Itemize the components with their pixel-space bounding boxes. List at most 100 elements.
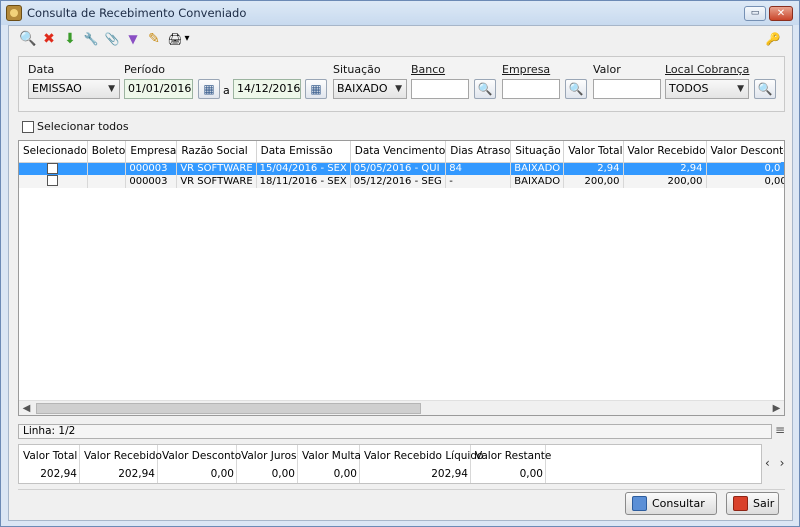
periodo-separator: a: [223, 84, 230, 97]
total-header: Valor Recebido: [84, 450, 162, 462]
total-header: Valor Recebido Líquido: [364, 450, 484, 462]
col-header[interactable]: Data Emissão: [256, 141, 351, 163]
cell-boleto: [87, 162, 127, 175]
consultar-button[interactable]: Consultar: [625, 492, 717, 515]
total-value: 202,94: [118, 468, 155, 480]
close-button[interactable]: ✕: [769, 6, 793, 21]
banco-label[interactable]: Banco: [411, 63, 445, 76]
col-header[interactable]: Valor Recebido: [623, 141, 707, 163]
data-select[interactable]: EMISSAO ▼: [28, 79, 120, 99]
local-cobranca-lookup-icon[interactable]: 🔍: [754, 79, 776, 99]
window-title: Consulta de Recebimento Conveniado: [27, 6, 247, 20]
cell-razao: VR SOFTWARE: [176, 175, 257, 188]
tools-icon[interactable]: 🔧: [82, 30, 100, 48]
total-header: Valor Restante: [475, 450, 552, 462]
local-cobranca-label[interactable]: Local Cobrança: [665, 63, 749, 76]
valor-field[interactable]: [593, 79, 661, 99]
toolbar: 🔍 ✖ ⬇ 🔧 📎 ▼ ✎ 🖨 ▾ 🔑: [9, 26, 792, 52]
minimize-button[interactable]: ▭: [744, 6, 766, 21]
row-checkbox[interactable]: [47, 162, 59, 174]
selection-edge: [781, 162, 784, 175]
cell-valor-total: 200,00: [563, 175, 624, 188]
calendar-icon[interactable]: ▦: [305, 79, 327, 99]
scroll-left-icon[interactable]: ◀: [19, 401, 34, 415]
total-header: Valor Multa: [302, 450, 361, 462]
col-header[interactable]: Valor Total: [563, 141, 624, 163]
empresa-label[interactable]: Empresa: [502, 63, 550, 76]
total-header: Valor Total: [23, 450, 78, 462]
delete-icon[interactable]: ✖: [40, 30, 58, 48]
edit-icon[interactable]: ✎: [145, 30, 163, 48]
col-header[interactable]: Empresa: [125, 141, 178, 163]
total-value: 202,94: [431, 468, 468, 480]
sair-label: Sair: [753, 497, 775, 510]
cell-empresa: 000003: [125, 162, 178, 175]
chevron-right-icon[interactable]: ›: [780, 456, 785, 470]
totals-panel: Valor Total Valor Recebido Valor Descont…: [18, 444, 762, 484]
table-row[interactable]: 000003 VR SOFTWARE 18/11/2016 - SEX 05/1…: [19, 175, 784, 188]
select-all-checkbox[interactable]: [22, 121, 34, 133]
col-header[interactable]: Data Vencimento: [350, 141, 447, 163]
table-row[interactable]: 000003 VR SOFTWARE 15/04/2016 - SEX 05/0…: [19, 162, 784, 175]
situacao-select-value: BAIXADO: [337, 82, 388, 95]
chevron-down-icon[interactable]: ▾: [182, 30, 192, 48]
row-checkbox-cell[interactable]: [19, 162, 88, 175]
local-cobranca-value: TODOS: [669, 82, 709, 95]
total-value: 202,94: [40, 468, 77, 480]
grid-header: Selecionado Boleto Empresa Razão Social …: [19, 141, 784, 163]
cell-emissao: 15/04/2016 - SEX: [256, 162, 351, 175]
filter-panel: Data EMISSAO ▼ Período 01/01/2016 ▦ a 14…: [18, 56, 785, 112]
attach-icon[interactable]: 📎: [103, 30, 121, 48]
menu-icon[interactable]: ≡: [775, 424, 787, 437]
col-header[interactable]: Situação: [510, 141, 565, 163]
total-value: 0,00: [333, 468, 357, 480]
cell-emissao: 18/11/2016 - SEX: [256, 175, 351, 188]
cell-vencimento: 05/12/2016 - SEG: [350, 175, 447, 188]
empresa-field[interactable]: [502, 79, 560, 99]
banco-lookup-icon[interactable]: 🔍: [474, 79, 496, 99]
col-header[interactable]: Boleto: [87, 141, 127, 163]
chevron-down-icon: ▼: [737, 84, 744, 94]
scroll-right-icon[interactable]: ▶: [769, 401, 784, 415]
col-header[interactable]: Selecionado: [19, 141, 88, 163]
col-header[interactable]: Razão Social: [176, 141, 257, 163]
consultar-label: Consultar: [652, 497, 705, 510]
cell-dias-atraso: 84: [445, 162, 512, 175]
total-value: 0,00: [210, 468, 234, 480]
main-window: Consulta de Recebimento Conveniado ▭ ✕ 🔍…: [0, 0, 800, 527]
title-bar: Consulta de Recebimento Conveniado ▭ ✕: [1, 1, 799, 25]
sair-button[interactable]: Sair: [726, 492, 779, 515]
search-icon[interactable]: 🔍: [19, 30, 37, 48]
results-table: Selecionado Boleto Empresa Razão Social …: [19, 141, 784, 188]
cell-razao: VR SOFTWARE: [176, 162, 257, 175]
results-grid: Selecionado Boleto Empresa Razão Social …: [18, 140, 785, 416]
row-checkbox-cell[interactable]: [19, 175, 88, 188]
valor-label: Valor: [593, 63, 621, 76]
calendar-icon[interactable]: ▦: [198, 79, 220, 99]
banco-field[interactable]: [411, 79, 469, 99]
chevron-down-icon: ▼: [395, 84, 402, 94]
periodo-inicio-field[interactable]: 01/01/2016: [124, 79, 193, 99]
horizontal-scrollbar[interactable]: ◀ ▶: [19, 400, 784, 415]
data-label: Data: [28, 63, 55, 76]
filter-icon[interactable]: ▼: [124, 30, 142, 48]
key-icon[interactable]: 🔑: [764, 30, 782, 48]
situacao-select[interactable]: BAIXADO ▼: [333, 79, 407, 99]
periodo-fim-field[interactable]: 14/12/2016: [233, 79, 301, 99]
totals-nav: ‹ ›: [765, 456, 784, 470]
row-checkbox[interactable]: [47, 175, 59, 187]
total-value: 0,00: [519, 468, 543, 480]
total-header: Valor Juros: [241, 450, 297, 462]
local-cobranca-select[interactable]: TODOS ▼: [665, 79, 749, 99]
cell-valor-desconto: 0,00: [706, 175, 784, 188]
col-header[interactable]: Dias Atraso: [445, 141, 512, 163]
cell-dias-atraso: -: [445, 175, 512, 188]
chevron-down-icon: ▼: [108, 84, 115, 94]
scrollbar-thumb[interactable]: [36, 403, 421, 414]
exit-icon: [733, 496, 748, 511]
empresa-lookup-icon[interactable]: 🔍: [565, 79, 587, 99]
col-header[interactable]: Valor Desconto: [706, 141, 784, 163]
total-value: 0,00: [271, 468, 295, 480]
chevron-left-icon[interactable]: ‹: [765, 456, 770, 470]
download-icon[interactable]: ⬇: [61, 30, 79, 48]
